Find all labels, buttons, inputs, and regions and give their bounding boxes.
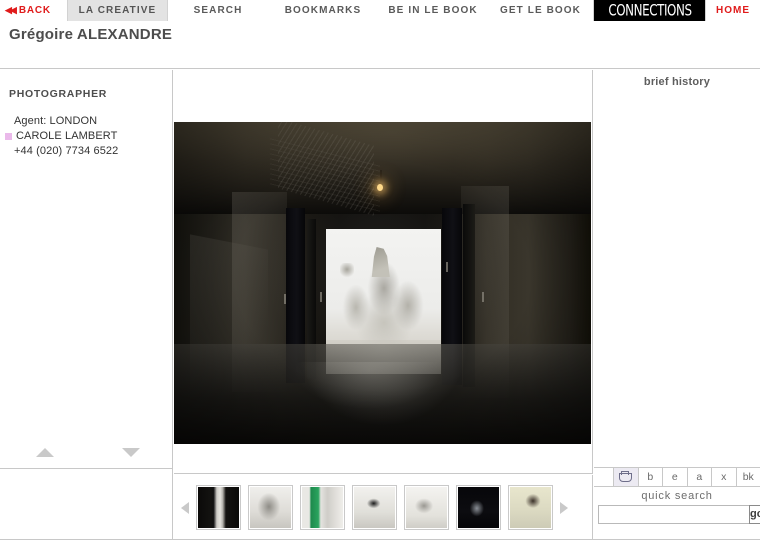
left-sidebar: PHOTOGRAPHER Agent: LONDON CAROLE LAMBER… [0,70,173,540]
nav-item-connections[interactable]: CONNECTIONS [594,0,706,21]
quick-search-label: quick search [641,490,713,502]
folder-icon [619,470,633,482]
figure-on-table-thumb [354,487,395,528]
letter-button-a[interactable]: a [687,468,712,486]
thumbnail-item-5[interactable] [404,485,449,530]
nav-la-creative-label: LA CREATIVE [78,5,157,16]
triangle-left-icon [181,501,189,514]
sidebar-scroll-controls [0,442,172,466]
letter-button-x-label: x [721,471,727,483]
nav-item-be-in-le-book[interactable]: BE IN LE BOOK [378,0,488,21]
thumbnail-item-3[interactable] [300,485,345,530]
nav-home-label: HOME [716,5,750,16]
nav-item-get-le-book[interactable]: GET LE BOOK [488,0,594,21]
agent-name-row: CAROLE LAMBERT [5,129,172,144]
agent-block: Agent: LONDON CAROLE LAMBERT +44 (020) 7… [5,114,172,159]
nav-search-label: SEARCH [193,5,243,16]
quick-search-go-button[interactable]: go [749,505,760,524]
quick-search-row: go [594,505,760,524]
sidebar-divider [0,468,172,469]
nav-bookmarks-label: BOOKMARKS [284,5,362,16]
dark-figure-thumb [458,487,499,528]
thumbnails-prev-button[interactable] [174,501,196,514]
top-navigation-bar: ◀◀ BACK LA CREATIVE SEARCH BOOKMARKS BE … [0,0,760,21]
white-sculpture-thumb [250,487,291,528]
main-photograph[interactable] [174,122,591,444]
letter-button-row: b e a x bk [594,468,760,487]
bullet-square-icon [5,133,12,140]
quick-search-input[interactable] [598,505,749,524]
page-title: Grégoire ALEXANDRE [9,26,173,43]
double-left-arrow-icon: ◀◀ [5,5,17,15]
letter-button-a-label: a [696,471,703,483]
nav-back-label: BACK [18,5,51,16]
agent-name-label: CAROLE LAMBERT [16,130,118,142]
dark-corridor-thumb [198,487,239,528]
thumbnails-next-button[interactable] [553,501,575,514]
connections-logo-label: CONNECTIONS [607,1,692,20]
letter-button-bk[interactable]: bk [736,468,760,486]
nav-item-search[interactable]: SEARCH [168,0,268,21]
nav-get-le-book-label: GET LE BOOK [500,5,581,16]
letter-button-b-label: b [647,471,654,483]
thumbnail-item-2[interactable] [248,485,293,530]
wire-structure-thumb [406,487,447,528]
triangle-up-icon[interactable] [36,448,54,457]
green-backdrop-thumb [302,487,343,528]
thumbnail-item-6[interactable] [456,485,501,530]
agent-phone-label: +44 (020) 7734 6522 [14,145,119,157]
letter-button-x[interactable]: x [712,468,737,486]
nav-item-home[interactable]: HOME [706,0,760,21]
folder-button[interactable] [614,468,639,486]
nav-back-button[interactable]: ◀◀ BACK [0,0,68,21]
role-label: PHOTOGRAPHER [9,88,108,100]
nav-item-la-creative[interactable]: LA CREATIVE [68,0,168,21]
search-panel: b e a x bk quick search go [594,467,760,540]
brief-history-label: brief history [643,76,711,88]
thumbnail-item-1[interactable] [196,485,241,530]
nav-item-bookmarks[interactable]: BOOKMARKS [268,0,378,21]
photo-vignette [174,122,591,444]
beige-still-life-thumb [510,487,551,528]
thumbnail-item-4[interactable] [352,485,397,530]
thumbnail-list [196,485,553,530]
thumbnail-item-7[interactable] [508,485,553,530]
letter-row-spacer [594,468,614,486]
title-bar: Grégoire ALEXANDRE [0,21,760,69]
agent-city-label: Agent: LONDON [14,115,98,127]
nav-be-in-le-book-label: BE IN LE BOOK [388,5,478,16]
letter-button-b[interactable]: b [638,468,663,486]
photographer-info-block: PHOTOGRAPHER Agent: LONDON CAROLE LAMBER… [0,70,172,159]
letter-button-e[interactable]: e [663,468,688,486]
main-stage [174,70,593,474]
letter-button-bk-label: bk [742,471,754,483]
letter-button-e-label: e [671,471,678,483]
triangle-right-icon [560,501,568,514]
page-root: ◀◀ BACK LA CREATIVE SEARCH BOOKMARKS BE … [0,0,760,540]
brief-history-section: brief history [594,70,760,112]
right-sidebar: brief history b e a x bk quick search go [594,70,760,540]
thumbnail-strip [174,475,593,540]
triangle-down-icon[interactable] [122,448,140,457]
